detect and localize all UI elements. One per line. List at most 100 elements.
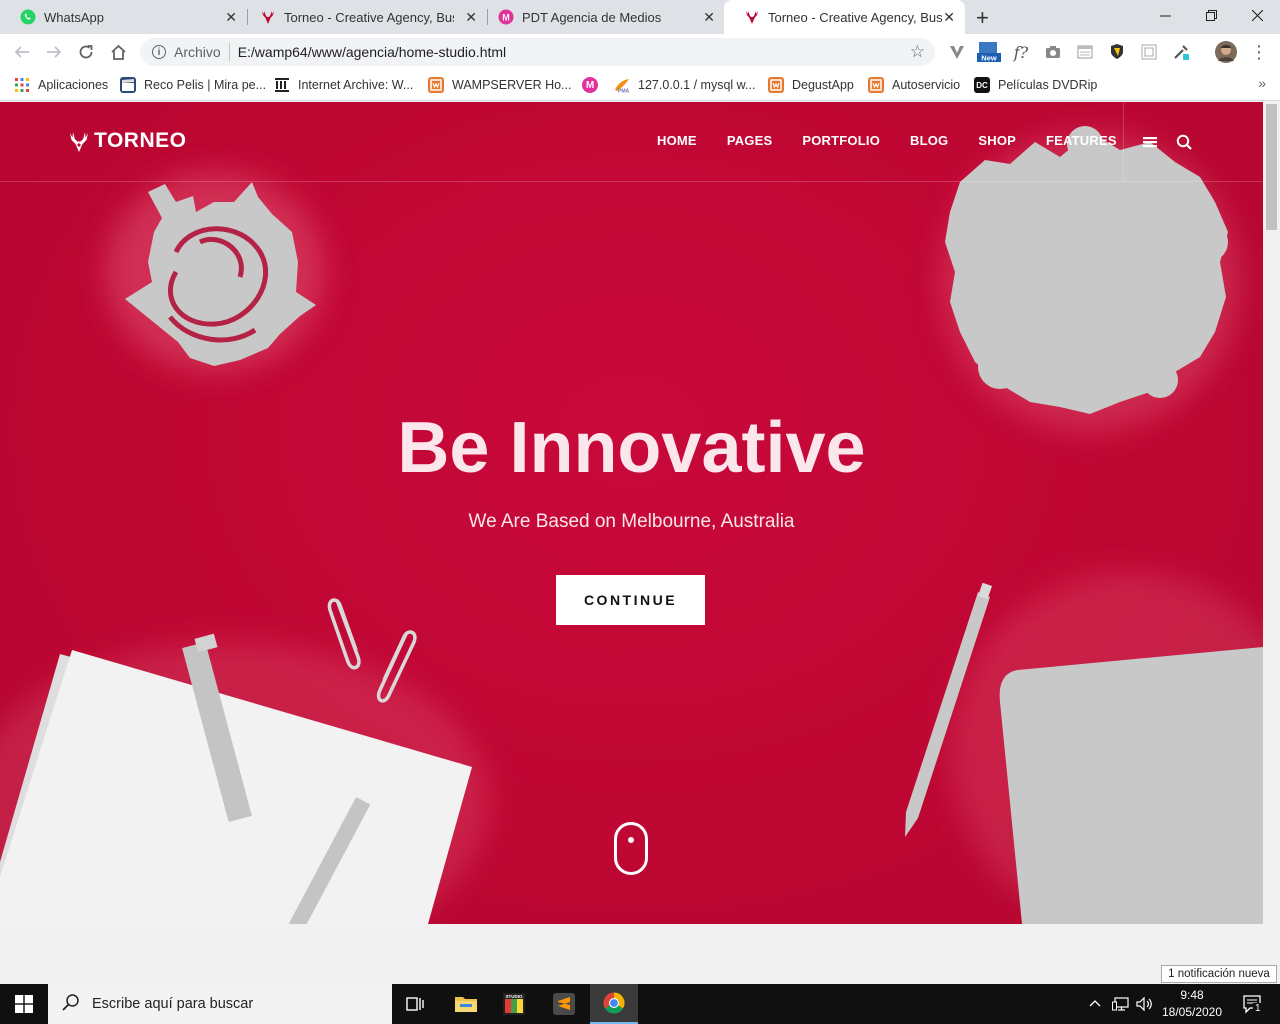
- deer-icon: [260, 9, 276, 25]
- back-button[interactable]: [10, 40, 34, 64]
- bookmark-degustapp[interactable]: DegustApp: [768, 76, 854, 94]
- clock-date: 18/05/2020: [1161, 1005, 1223, 1019]
- eyedropper-icon[interactable]: [1171, 42, 1191, 62]
- address-bar[interactable]: i Archivo E:/wamp64/www/agencia/home-stu…: [140, 38, 935, 66]
- scrollbar-thumb[interactable]: [1266, 104, 1277, 230]
- studio-app[interactable]: STUDIO: [490, 984, 538, 1024]
- bookmark-wampserver[interactable]: WAMPSERVER Ho...: [428, 76, 571, 94]
- close-icon[interactable]: ✕: [943, 9, 955, 26]
- tab-pdt[interactable]: M PDT Agencia de Medios ✕: [478, 0, 725, 34]
- tab-torneo-active[interactable]: Torneo - Creative Agency, Busine ✕: [724, 0, 965, 34]
- bookmark-peliculas-dvdrip[interactable]: DC Películas DVDRip: [974, 76, 1097, 94]
- pdt-icon: M: [582, 77, 598, 93]
- clapper-icon: [120, 77, 136, 93]
- tab-title: WhatsApp: [44, 9, 104, 25]
- studio-icon: STUDIO: [503, 993, 525, 1015]
- tab-torneo-1[interactable]: Torneo - Creative Agency, Busine ✕: [240, 0, 487, 34]
- new-tab-button[interactable]: +: [976, 5, 989, 31]
- page-viewport: TORNEO HOME PAGES PORTFOLIO BLOG SHOP FE…: [0, 102, 1280, 984]
- archive-icon: [274, 77, 290, 93]
- deer-logo-icon: [70, 132, 88, 152]
- pdt-icon: M: [498, 9, 514, 25]
- task-view-icon: [406, 997, 424, 1011]
- svg-text:New: New: [981, 54, 997, 63]
- page-scrollbar[interactable]: [1263, 102, 1280, 984]
- notification-toast[interactable]: 1 notificación nueva: [1161, 965, 1277, 983]
- header-divider: [1123, 102, 1124, 182]
- bookmark-autoservicio[interactable]: Autoservicio: [868, 76, 960, 94]
- wamp-icon: [428, 77, 444, 93]
- svg-text:STUDIO: STUDIO: [505, 994, 523, 999]
- forward-button[interactable]: [42, 40, 66, 64]
- windows-taskbar: Escribe aquí para buscar STUDIO 9:48 18/…: [0, 984, 1280, 1024]
- start-button[interactable]: [0, 984, 48, 1024]
- chrome-icon: [603, 992, 625, 1014]
- chrome-app[interactable]: [590, 984, 638, 1024]
- info-icon[interactable]: i: [152, 45, 166, 59]
- bookmark-label: DegustApp: [792, 78, 854, 92]
- sublime-text-app[interactable]: [540, 984, 588, 1024]
- svg-text:M: M: [502, 13, 510, 23]
- phpmyadmin-icon: PMA: [614, 77, 630, 93]
- extension-v-icon[interactable]: [947, 42, 967, 62]
- search-icon[interactable]: [1176, 132, 1192, 157]
- network-icon[interactable]: [1112, 984, 1130, 1024]
- bookmark-aplicaciones[interactable]: Aplicaciones: [14, 76, 108, 94]
- hamburger-icon[interactable]: [1143, 132, 1157, 157]
- windows-logo-icon: [15, 995, 33, 1013]
- svg-text:PMA: PMA: [618, 89, 630, 94]
- tab-strip: WhatsApp ✕ Torneo - Creative Agency, Bus…: [0, 0, 1280, 34]
- wamp-icon: [868, 77, 884, 93]
- close-icon[interactable]: ✕: [703, 9, 715, 26]
- file-explorer-app[interactable]: [442, 984, 490, 1024]
- notification-count: 1: [1253, 1003, 1263, 1014]
- extension-new-icon[interactable]: New: [977, 42, 1001, 63]
- scroll-down-mouse-icon[interactable]: [614, 822, 648, 875]
- nav-portfolio[interactable]: PORTFOLIO: [802, 133, 880, 148]
- search-placeholder: Escribe aquí para buscar: [92, 996, 254, 1012]
- sublime-icon: [553, 993, 575, 1015]
- home-button[interactable]: [106, 40, 130, 64]
- nav-shop[interactable]: SHOP: [978, 133, 1016, 148]
- mouse-wheel-dot: [628, 837, 634, 843]
- camera-icon[interactable]: [1043, 42, 1063, 62]
- menu-kebab-icon[interactable]: ⋮: [1249, 42, 1269, 62]
- frame-extension-icon[interactable]: [1139, 42, 1159, 62]
- folder-icon: [455, 997, 477, 1012]
- site-logo[interactable]: TORNEO: [68, 129, 186, 153]
- page-extension-icon[interactable]: [1075, 42, 1095, 62]
- formula-extension-icon[interactable]: f?: [1011, 42, 1031, 62]
- avatar[interactable]: [1214, 40, 1238, 64]
- bookmark-phpmyadmin[interactable]: PMA 127.0.0.1 / mysql w...: [614, 76, 755, 94]
- system-clock[interactable]: 9:48 18/05/2020: [1160, 987, 1224, 1021]
- nav-pages[interactable]: PAGES: [727, 133, 773, 148]
- close-window-button[interactable]: [1234, 0, 1280, 30]
- bookmark-label: Aplicaciones: [38, 78, 109, 92]
- apps-grid-icon: [14, 77, 30, 93]
- main-navigation: HOME PAGES PORTFOLIO BLOG SHOP FEATURES: [657, 133, 1147, 148]
- shield-extension-icon[interactable]: [1107, 42, 1127, 62]
- bookmark-label: Internet Archive: W...: [298, 78, 414, 92]
- action-center-button[interactable]: 1: [1233, 984, 1273, 1024]
- nav-blog[interactable]: BLOG: [910, 133, 948, 148]
- bookmark-pdt[interactable]: M: [582, 76, 606, 94]
- tab-whatsapp[interactable]: WhatsApp ✕: [0, 0, 247, 34]
- bookmark-star-icon[interactable]: ☆: [910, 42, 925, 62]
- bookmark-internet-archive[interactable]: Internet Archive: W...: [274, 76, 413, 94]
- bookmark-reco-pelis[interactable]: Reco Pelis | Mira pe...: [120, 76, 266, 94]
- restore-button[interactable]: [1188, 0, 1234, 30]
- task-view-button[interactable]: [392, 984, 440, 1024]
- close-icon[interactable]: ✕: [225, 9, 237, 26]
- bookmark-label: Películas DVDRip: [998, 78, 1098, 92]
- taskbar-search-box[interactable]: Escribe aquí para buscar: [48, 984, 392, 1024]
- tray-show-hidden-icon[interactable]: [1088, 984, 1102, 1024]
- close-icon[interactable]: ✕: [465, 9, 477, 26]
- bookmarks-overflow-button[interactable]: »: [1258, 75, 1266, 91]
- continue-button[interactable]: CONTINUE: [556, 575, 705, 625]
- address-url: E:/wamp64/www/agencia/home-studio.html: [237, 44, 507, 60]
- volume-icon[interactable]: [1136, 984, 1154, 1024]
- nav-features[interactable]: FEATURES: [1046, 133, 1117, 148]
- reload-button[interactable]: [74, 40, 98, 64]
- nav-home[interactable]: HOME: [657, 133, 697, 148]
- minimize-button[interactable]: [1142, 0, 1188, 30]
